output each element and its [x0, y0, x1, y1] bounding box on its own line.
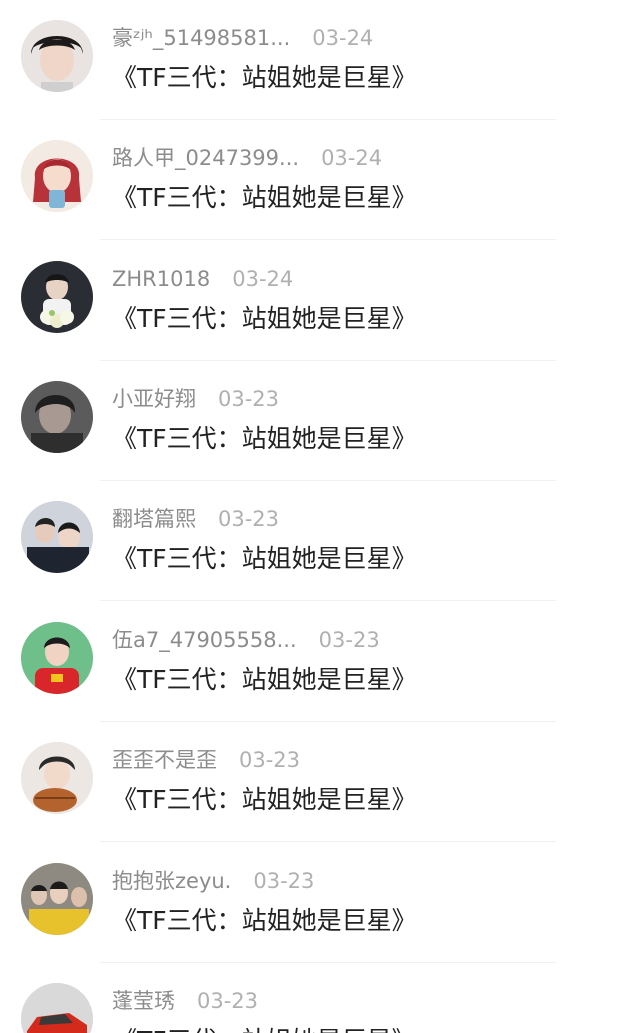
- user-avatar[interactable]: [21, 863, 93, 935]
- user-avatar[interactable]: [21, 983, 93, 1033]
- avatar-red-car-icon: [21, 983, 93, 1033]
- avatar-red-hair-girl-icon: [21, 140, 93, 212]
- user-avatar[interactable]: [21, 742, 93, 814]
- comment-text: 《TF三代：站姐她是巨星》: [112, 665, 417, 694]
- comment-meta: 抱抱张zeyu. 03-23: [112, 866, 314, 896]
- username[interactable]: 伍a7_47905558...: [112, 628, 297, 652]
- comment-meta: 蓬莹琇 03-23: [112, 986, 258, 1016]
- comment-item[interactable]: 抱抱张zeyu. 03-23 《TF三代：站姐她是巨星》: [0, 843, 640, 963]
- user-avatar[interactable]: [21, 501, 93, 573]
- comment-item[interactable]: 翻塔篇熙 03-23 《TF三代：站姐她是巨星》: [0, 481, 640, 601]
- comment-meta: 翻塔篇熙 03-23: [112, 504, 279, 534]
- comment-meta: 豪ᶻʲʰ_51498581... 03-24: [112, 23, 373, 53]
- comment-date: 03-23: [253, 869, 315, 893]
- comment-text: 《TF三代：站姐她是巨星》: [112, 544, 417, 573]
- comment-item[interactable]: 蓬莹琇 03-23 《TF三代：站姐她是巨星》: [0, 963, 640, 1033]
- comment-date: 03-24: [232, 267, 294, 291]
- comment-date: 03-23: [318, 628, 380, 652]
- comment-meta: 路人甲_0247399... 03-24: [112, 143, 382, 173]
- comment-date: 03-24: [312, 26, 374, 50]
- comment-item[interactable]: 歪歪不是歪 03-23 《TF三代：站姐她是巨星》: [0, 722, 640, 842]
- comment-item[interactable]: ZHR1018 03-24 《TF三代：站姐她是巨星》: [0, 241, 640, 361]
- user-avatar[interactable]: [21, 622, 93, 694]
- user-avatar[interactable]: [21, 381, 93, 453]
- username[interactable]: 歪歪不是歪: [112, 748, 217, 772]
- comment-meta: 歪歪不是歪 03-23: [112, 745, 300, 775]
- comment-date: 03-24: [321, 146, 383, 170]
- divider: [100, 239, 556, 240]
- avatar-singer-with-flowers-icon: [21, 261, 93, 333]
- comment-date: 03-23: [218, 507, 280, 531]
- username[interactable]: 小亚好翔: [112, 387, 196, 411]
- user-avatar[interactable]: [21, 261, 93, 333]
- divider: [100, 841, 556, 842]
- username[interactable]: 翻塔篇熙: [112, 507, 196, 531]
- user-avatar[interactable]: [21, 140, 93, 212]
- comment-meta: 伍a7_47905558... 03-23: [112, 625, 380, 655]
- avatar-young-man-dark-hair-icon: [21, 20, 93, 92]
- username[interactable]: 抱抱张zeyu.: [112, 869, 231, 893]
- comment-list: 豪ᶻʲʰ_51498581... 03-24 《TF三代：站姐她是巨星》 路人甲_…: [0, 0, 640, 1033]
- comment-date: 03-23: [218, 387, 280, 411]
- username[interactable]: 蓬莹琇: [112, 989, 175, 1013]
- comment-text: 《TF三代：站姐她是巨星》: [112, 1023, 417, 1033]
- comment-meta: 小亚好翔 03-23: [112, 384, 279, 414]
- comment-text: 《TF三代：站姐她是巨星》: [112, 63, 417, 92]
- username[interactable]: 豪ᶻʲʰ_51498581...: [112, 26, 290, 50]
- username[interactable]: ZHR1018: [112, 267, 210, 291]
- comment-item[interactable]: 伍a7_47905558... 03-23 《TF三代：站姐她是巨星》: [0, 602, 640, 722]
- avatar-two-boys-icon: [21, 501, 93, 573]
- comment-text: 《TF三代：站姐她是巨星》: [112, 906, 417, 935]
- comment-item[interactable]: 豪ᶻʲʰ_51498581... 03-24 《TF三代：站姐她是巨星》: [0, 0, 640, 120]
- divider: [100, 600, 556, 601]
- comment-meta: ZHR1018 03-24: [112, 264, 293, 294]
- comment-date: 03-23: [239, 748, 301, 772]
- comment-date: 03-23: [197, 989, 259, 1013]
- avatar-dark-portrait-icon: [21, 381, 93, 453]
- avatar-boy-red-shirt-green-bg-icon: [21, 622, 93, 694]
- comment-item[interactable]: 路人甲_0247399... 03-24 《TF三代：站姐她是巨星》: [0, 120, 640, 240]
- comment-text: 《TF三代：站姐她是巨星》: [112, 304, 417, 333]
- avatar-boy-with-hat-icon: [21, 742, 93, 814]
- user-avatar[interactable]: [21, 20, 93, 92]
- comment-text: 《TF三代：站姐她是巨星》: [112, 183, 417, 212]
- username[interactable]: 路人甲_0247399...: [112, 146, 299, 170]
- comment-item[interactable]: 小亚好翔 03-23 《TF三代：站姐她是巨星》: [0, 361, 640, 481]
- comment-text: 《TF三代：站姐她是巨星》: [112, 785, 417, 814]
- avatar-group-yellow-icon: [21, 863, 93, 935]
- comment-text: 《TF三代：站姐她是巨星》: [112, 424, 417, 453]
